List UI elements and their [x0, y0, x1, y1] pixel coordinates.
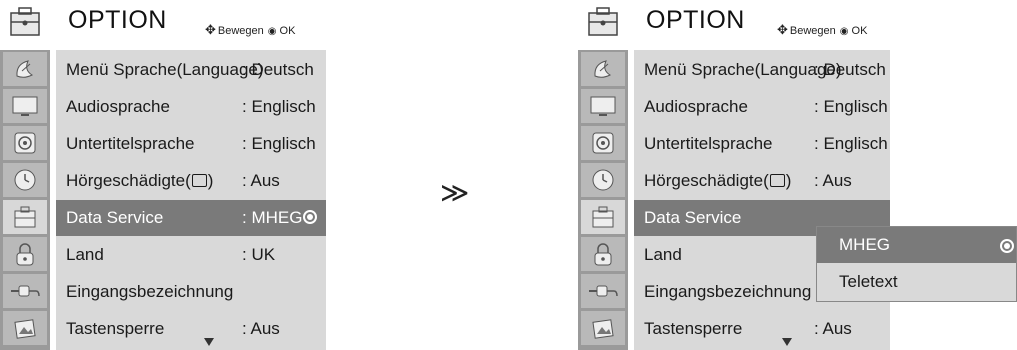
row-label: Hörgeschädigte(): [66, 171, 213, 191]
category-sidebar: [578, 50, 628, 350]
page-title: OPTION: [646, 6, 745, 34]
row-label: Eingangsbezeichnung: [644, 282, 812, 301]
tv-screen-icon[interactable]: [581, 89, 625, 123]
ok-ring-icon: [1000, 239, 1014, 253]
row-label: Tastensperre: [644, 319, 743, 338]
menu-row-subtitle-language[interactable]: Untertitelsprache : Englisch: [56, 126, 326, 162]
row-value: : Aus: [242, 319, 280, 338]
menu-row-hearing-impaired[interactable]: Hörgeschädigte() : Aus: [56, 163, 326, 199]
row-label: Untertitelsprache: [66, 134, 195, 153]
row-value: : MHEG: [242, 208, 318, 228]
menu-row-language[interactable]: Menü Sprache(Language) : Deutsch: [634, 52, 890, 88]
menu-row-language[interactable]: Menü Sprache(Language) : Deutsch: [56, 52, 326, 88]
row-label-suffix: ): [785, 171, 792, 190]
move-hint-label: Bewegen: [217, 25, 264, 37]
row-value: : Englisch: [814, 97, 888, 116]
ok-hint-label: OK: [851, 25, 868, 37]
row-label: Eingangsbezeichnung: [66, 282, 234, 301]
option-header-icon: [578, 0, 628, 44]
option-label: Teletext: [839, 272, 898, 291]
navigation-hint: ✥ Bewegen ◉ OK: [777, 22, 867, 38]
menu-row-key-lock[interactable]: Tastensperre : Aus: [634, 311, 890, 347]
option-menu-list: Menü Sprache(Language) : Deutsch Audiosp…: [634, 50, 890, 350]
option-menu-list: Menü Sprache(Language) : Deutsch Audiosp…: [56, 50, 326, 350]
menu-row-input-label[interactable]: Eingangsbezeichnung: [56, 274, 326, 310]
menu-row-audio-language[interactable]: Audiosprache : Englisch: [56, 89, 326, 125]
move-arrows-icon: ✥: [777, 22, 788, 37]
move-hint-label: Bewegen: [789, 25, 836, 37]
row-label: Audiosprache: [644, 97, 748, 116]
dropdown-option-teletext[interactable]: Teletext: [817, 264, 1016, 300]
row-value: : Englisch: [242, 134, 316, 153]
menu-row-data-service[interactable]: Data Service : MHEG: [56, 200, 326, 236]
speaker-icon[interactable]: [581, 126, 625, 160]
row-label: Data Service: [644, 208, 742, 227]
speaker-icon[interactable]: [3, 126, 47, 160]
option-menu-before: OPTION ✥ Bewegen ◉ OK Menü Sprache(Langu…: [0, 0, 326, 350]
satellite-dish-icon[interactable]: [581, 52, 625, 86]
ok-hint-label: OK: [279, 25, 296, 37]
row-value: : Deutsch: [814, 60, 886, 79]
scroll-down-icon[interactable]: [782, 338, 792, 346]
ok-dot-icon: ◉: [839, 26, 849, 37]
lock-icon[interactable]: [581, 237, 625, 271]
step-arrow-icon: ≫: [440, 177, 470, 208]
data-service-dropdown: MHEG Teletext: [816, 226, 1017, 302]
row-value: : UK: [242, 245, 276, 264]
row-label: Menü Sprache(Language): [644, 60, 842, 79]
row-value: : Deutsch: [242, 60, 314, 79]
row-label: Untertitelsprache: [644, 134, 773, 153]
row-label: Hörgeschädigte(): [644, 171, 791, 191]
row-label: Data Service: [66, 208, 164, 227]
option-label: MHEG: [839, 235, 890, 254]
row-label: Tastensperre: [66, 319, 165, 338]
row-label-prefix: Hörgeschädigte(: [644, 171, 769, 190]
row-value-text: : MHEG: [242, 208, 303, 227]
clock-icon[interactable]: [581, 163, 625, 197]
row-value: : Englisch: [242, 97, 316, 116]
menu-row-subtitle-language[interactable]: Untertitelsprache : Englisch: [634, 126, 890, 162]
ok-dot-icon: ◉: [267, 26, 277, 37]
option-header-icon: [0, 0, 50, 44]
option-icon[interactable]: [3, 200, 47, 234]
picture-icon[interactable]: [581, 311, 625, 345]
menu-row-key-lock[interactable]: Tastensperre : Aus: [56, 311, 326, 347]
menu-row-country[interactable]: Land : UK: [56, 237, 326, 273]
clock-icon[interactable]: [3, 163, 47, 197]
option-menu-after: OPTION ✥ Bewegen ◉ OK Menü Sprache(Langu…: [578, 0, 1017, 350]
row-label-suffix: ): [207, 171, 214, 190]
tv-screen-icon[interactable]: [3, 89, 47, 123]
ok-ring-icon: [303, 210, 318, 224]
row-label: Land: [644, 245, 682, 264]
subtitle-box-icon: [769, 174, 785, 187]
row-value: : Aus: [814, 319, 852, 338]
satellite-dish-icon[interactable]: [3, 52, 47, 86]
row-label: Audiosprache: [66, 97, 170, 116]
row-value: : Englisch: [814, 134, 888, 153]
scroll-down-icon[interactable]: [204, 338, 214, 346]
lock-icon[interactable]: [3, 237, 47, 271]
row-label: Menü Sprache(Language): [66, 60, 264, 79]
row-label: Land: [66, 245, 104, 264]
category-sidebar: [0, 50, 50, 350]
input-plug-icon[interactable]: [581, 274, 625, 308]
subtitle-box-icon: [191, 174, 207, 187]
move-arrows-icon: ✥: [205, 22, 216, 37]
picture-icon[interactable]: [3, 311, 47, 345]
menu-row-audio-language[interactable]: Audiosprache : Englisch: [634, 89, 890, 125]
dropdown-option-mheg[interactable]: MHEG: [817, 227, 1016, 263]
input-plug-icon[interactable]: [3, 274, 47, 308]
row-label-prefix: Hörgeschädigte(: [66, 171, 191, 190]
row-value: : Aus: [242, 171, 280, 190]
page-title: OPTION: [68, 6, 167, 34]
navigation-hint: ✥ Bewegen ◉ OK: [205, 22, 295, 38]
option-icon[interactable]: [581, 200, 625, 234]
menu-row-hearing-impaired[interactable]: Hörgeschädigte() : Aus: [634, 163, 890, 199]
row-value: : Aus: [814, 171, 852, 190]
